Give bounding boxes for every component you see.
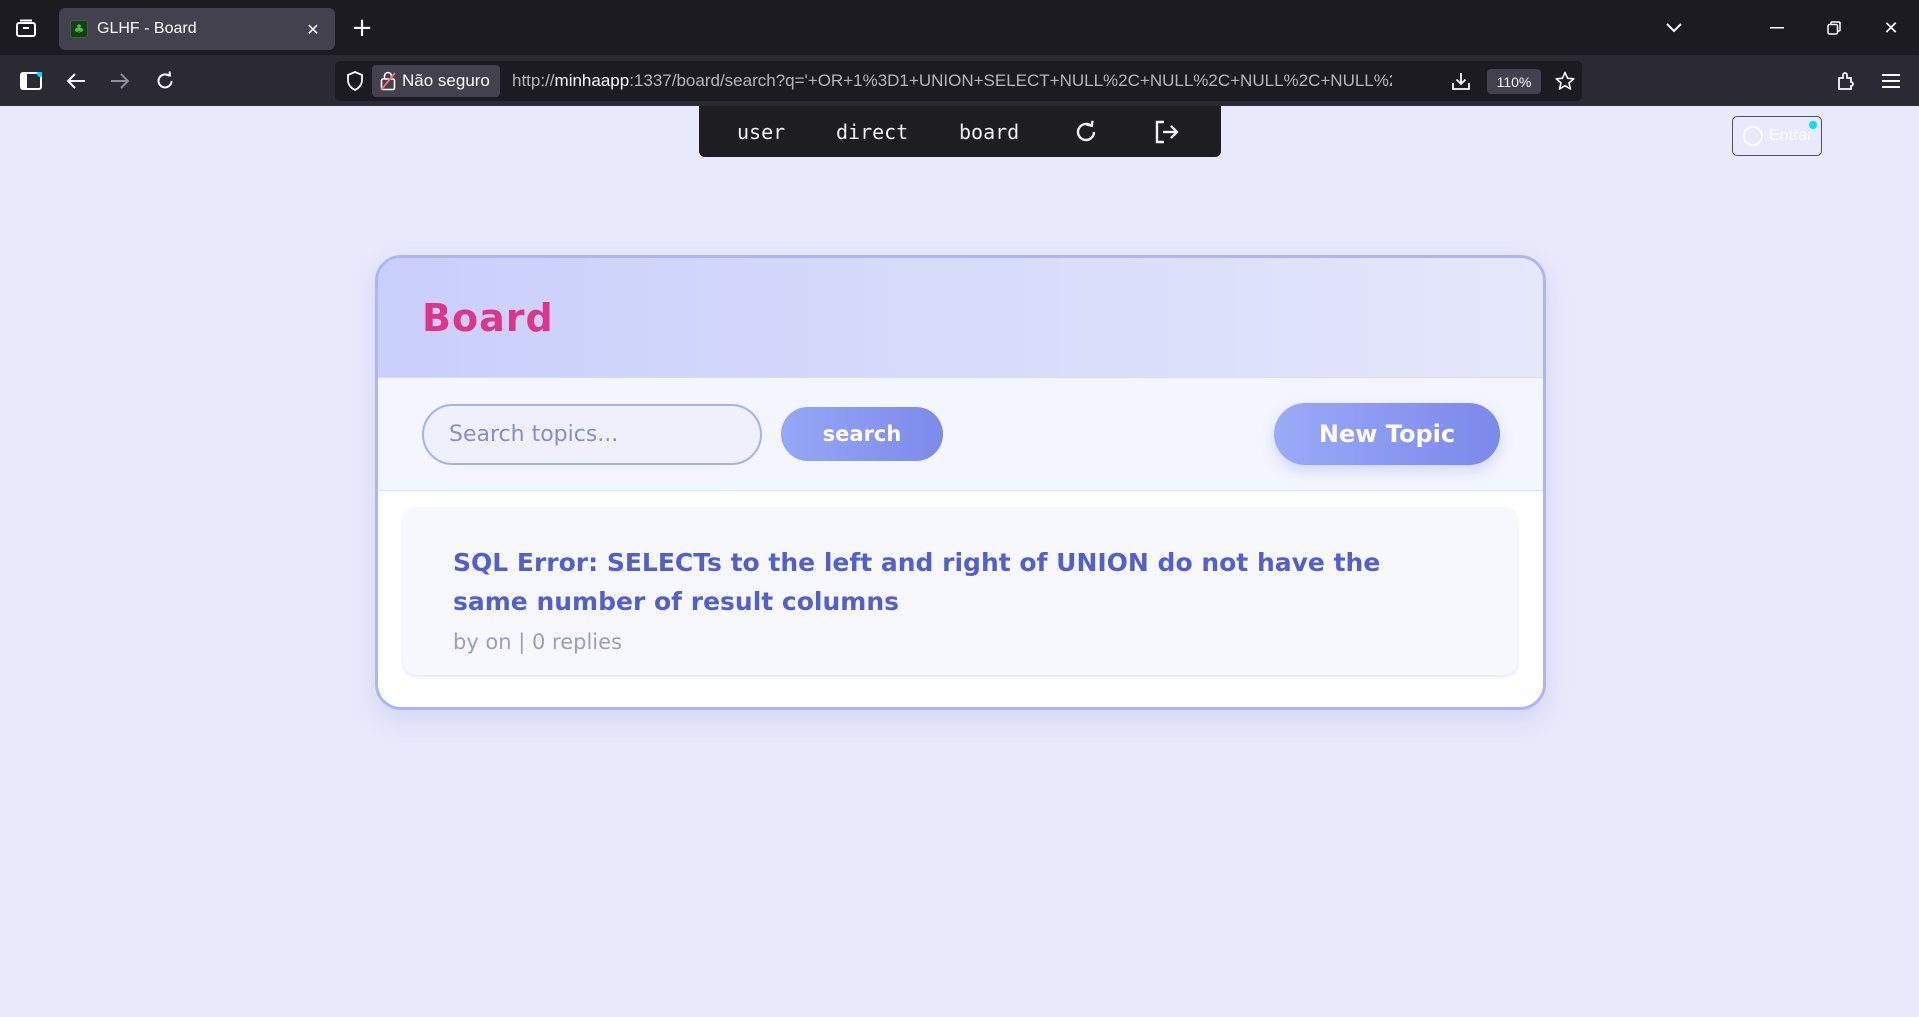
topic-list: SQL Error: SELECTs to the left and right… [378,491,1543,691]
menu-icon[interactable] [1876,66,1906,96]
url-scheme: http:// [512,71,555,90]
signin-label: Entrar [1769,127,1813,144]
close-icon[interactable]: ✕ [301,17,325,41]
restore-icon[interactable] [1820,14,1848,42]
page-title: Board [422,296,554,340]
signin-button[interactable]: Entrar [1732,116,1822,156]
notification-dot-icon [1809,121,1817,129]
tab-overview-icon[interactable] [12,14,40,42]
back-arrow-icon[interactable] [61,66,91,96]
forward-arrow-icon[interactable] [105,66,135,96]
account-icon [1743,126,1763,146]
search-button[interactable]: search [781,407,943,461]
nav-item-user[interactable]: user [737,106,785,157]
new-tab-icon[interactable]: + [348,13,376,43]
tab-glhf-board[interactable]: ♣ GLHF - Board ✕ [59,8,335,50]
nav-item-direct[interactable]: direct [836,106,908,157]
sidebar-icon[interactable] [16,66,46,96]
tree-favicon-icon: ♣ [70,20,88,38]
url-text[interactable]: http://minhaapp:1337/board/search?q='+OR… [512,61,1392,101]
logout-icon[interactable] [1153,118,1181,146]
security-label: Não seguro [402,71,490,90]
app-nav: user direct board [699,106,1221,157]
window-close-icon[interactable]: ✕ [1877,14,1905,42]
url-bar[interactable]: Não seguro http://minhaapp:1337/board/se… [335,61,1582,101]
nav-item-board[interactable]: board [959,106,1019,157]
minimize-icon[interactable] [1763,14,1791,42]
broken-lock-icon [380,71,396,91]
shield-icon[interactable] [341,67,369,95]
browser-tab-bar: ♣ GLHF - Board ✕ + ✕ [0,0,1919,55]
topic-meta: by on | 0 replies [453,630,623,654]
board-controls: search New Topic [378,378,1543,491]
board-card: Board search New Topic SQL Error: SELECT… [375,255,1546,710]
list-item[interactable]: SQL Error: SELECTs to the left and right… [403,507,1518,675]
url-host: minhaapp [554,71,630,90]
not-secure-badge[interactable]: Não seguro [372,65,500,97]
refresh-icon[interactable] [1072,118,1100,146]
topic-title-link[interactable]: SQL Error: SELECTs to the left and right… [453,543,1453,621]
board-header: Board [378,258,1543,378]
zoom-level-badge[interactable]: 110% [1487,69,1541,94]
tab-title: GLHF - Board [97,20,197,37]
url-path: :1337/board/search?q='+OR+1%3D1+UNION+SE… [629,71,1392,90]
download-icon[interactable] [1447,67,1475,95]
star-icon[interactable] [1551,67,1579,95]
chevron-down-icon[interactable] [1660,14,1688,42]
new-topic-button[interactable]: New Topic [1274,403,1500,465]
search-input[interactable] [422,404,762,465]
reload-icon[interactable] [150,66,180,96]
extensions-icon[interactable] [1831,66,1861,96]
